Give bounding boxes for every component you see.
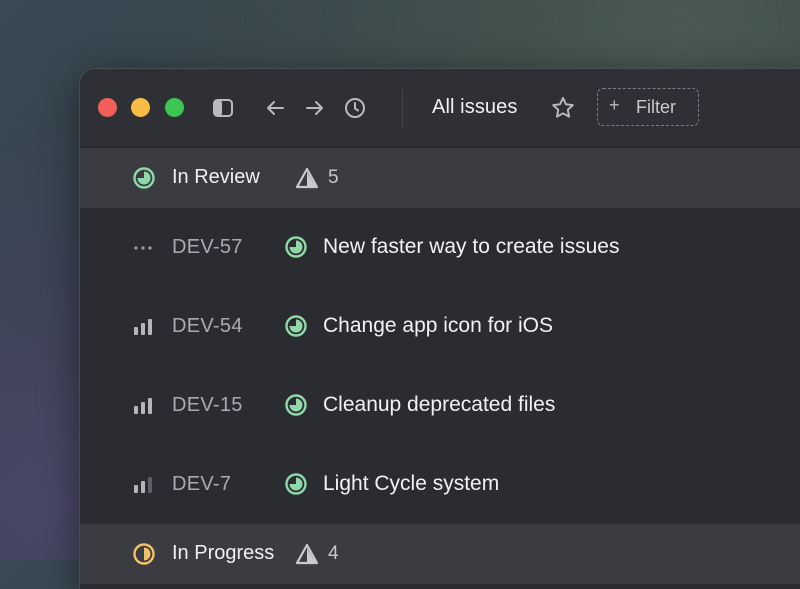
in-review-status-icon (132, 166, 156, 190)
group-header-in-review[interactable]: In Review 5 (80, 148, 800, 208)
group-label: In Progress (172, 542, 275, 564)
issue-id: DEV-57 (172, 236, 243, 258)
issue-row[interactable]: DEV-57 New faster way to create issues (80, 208, 800, 287)
issue-title: Change app icon for iOS (323, 314, 553, 337)
warning-triangle-icon (295, 167, 319, 189)
close-window-button[interactable] (98, 98, 117, 117)
forward-arrow-icon[interactable] (303, 96, 327, 120)
issue-id: DEV-15 (172, 394, 243, 416)
zoom-window-button[interactable] (165, 98, 184, 117)
app-window: All issues + Filter In Review 5 DEV-57 N… (79, 68, 800, 589)
in-review-status-icon[interactable] (284, 472, 308, 496)
view-title: All issues (432, 96, 518, 118)
toolbar-divider (402, 89, 403, 128)
plus-icon: + (609, 95, 620, 115)
favorite-star-icon[interactable] (550, 95, 576, 121)
group-label: In Review (172, 166, 260, 188)
medium-priority-icon[interactable] (132, 474, 154, 496)
in-review-status-icon[interactable] (284, 235, 308, 259)
high-priority-icon[interactable] (132, 316, 154, 338)
issue-row[interactable]: DEV-15 Cleanup deprecated files (80, 366, 800, 445)
issue-row[interactable]: DEV-54 Change app icon for iOS (80, 287, 800, 366)
filter-label: Filter (636, 97, 676, 117)
high-priority-icon[interactable] (132, 395, 154, 417)
issue-id: DEV-54 (172, 315, 243, 337)
minimize-window-button[interactable] (131, 98, 150, 117)
issue-title: Light Cycle system (323, 472, 500, 495)
filter-button[interactable]: + Filter (597, 88, 699, 126)
in-review-status-icon[interactable] (284, 314, 308, 338)
group-issue-count: 4 (328, 543, 339, 564)
history-clock-icon[interactable] (343, 96, 367, 120)
issue-title: Cleanup deprecated files (323, 393, 556, 416)
no-priority-icon[interactable] (132, 237, 154, 259)
title-bar: All issues + Filter (80, 69, 800, 148)
group-issue-count: 5 (328, 167, 339, 188)
issue-id: DEV-7 (172, 473, 232, 495)
group-header-in-progress[interactable]: In Progress 4 (80, 524, 800, 584)
sidebar-toggle-icon[interactable] (211, 96, 235, 120)
issue-title: New faster way to create issues (323, 235, 620, 258)
warning-triangle-icon (295, 543, 319, 565)
in-progress-status-icon (132, 542, 156, 566)
issue-row[interactable]: DEV-7 Light Cycle system (80, 445, 800, 524)
back-arrow-icon[interactable] (263, 96, 287, 120)
in-review-status-icon[interactable] (284, 393, 308, 417)
